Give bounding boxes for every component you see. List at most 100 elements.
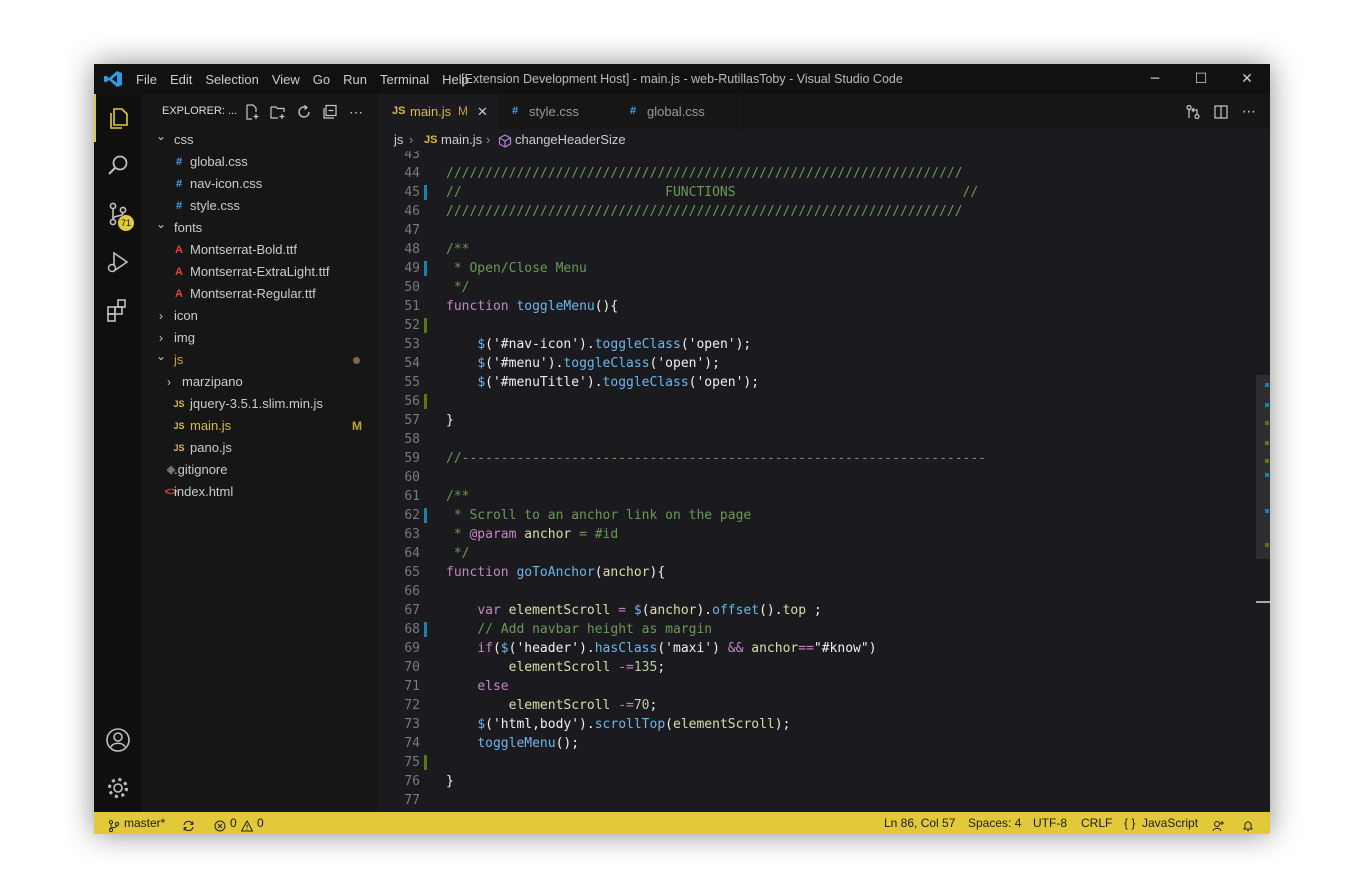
error-count[interactable]: 0 (230, 812, 237, 834)
menu-go[interactable]: Go (313, 72, 330, 87)
file-item[interactable]: JS pano.js (142, 437, 378, 459)
tab-main-js[interactable]: JS main.js M ✕ (378, 94, 499, 129)
menu-edit[interactable]: Edit (170, 72, 192, 87)
menu-view[interactable]: View (272, 72, 300, 87)
code-token: toggleMenu (477, 736, 556, 751)
branch-name[interactable]: master* (124, 812, 165, 834)
explorer-actions: ⋯ (239, 102, 369, 122)
folder-item[interactable]: ⌄ fonts (142, 217, 378, 239)
explorer-activity[interactable] (94, 94, 142, 142)
code-line: 67 var elementScroll = $(anchor).offset(… (378, 601, 1250, 620)
folder-item[interactable]: › img (142, 327, 378, 349)
editor-more-button[interactable]: ⋯ (1238, 102, 1260, 122)
code-token: var (477, 603, 509, 618)
folder-item[interactable]: › icon (142, 305, 378, 327)
code-token: ( (492, 641, 501, 656)
code-line: 73 $('html,body').scrollTop(elementScrol… (378, 715, 1250, 734)
code-line: 72 elementScroll -=70; (378, 696, 1250, 715)
compare-changes-icon (1186, 104, 1200, 120)
tree-item-label: main.js (190, 418, 232, 433)
overview-ruler[interactable] (1256, 151, 1270, 812)
collapse-all-button[interactable] (317, 102, 343, 122)
file-item[interactable]: # style.css (142, 195, 378, 217)
split-editor-button[interactable] (1210, 102, 1232, 122)
open-changes-button[interactable] (1182, 102, 1204, 122)
line-number: 63 (404, 527, 420, 542)
file-item[interactable]: # nav-icon.css (142, 173, 378, 195)
line-number: 61 (404, 489, 420, 504)
cursor-position[interactable]: Ln 86, Col 57 (884, 812, 955, 834)
menu-file[interactable]: File (136, 72, 157, 87)
close-window-button[interactable]: ✕ (1224, 64, 1270, 94)
warning-count[interactable]: 0 (257, 812, 264, 834)
tab-style-css[interactable]: # style.css (498, 94, 617, 129)
maximize-button[interactable]: ☐ (1178, 64, 1224, 94)
indentation[interactable]: Spaces: 4 (968, 812, 1021, 834)
file-item[interactable]: A Montserrat-Bold.ttf (142, 239, 378, 261)
more-actions-button[interactable]: ⋯ (343, 102, 369, 122)
line-number: 46 (404, 204, 420, 219)
encoding[interactable]: UTF-8 (1033, 812, 1067, 834)
code-token: /** (446, 489, 470, 504)
folder-item[interactable]: ⌄ css (142, 129, 378, 151)
css-file-icon: # (512, 105, 519, 117)
search-activity[interactable] (94, 142, 142, 190)
line-number: 47 (404, 223, 420, 238)
close-tab-button[interactable]: ✕ (477, 94, 488, 129)
breadcrumb-file[interactable]: main.js (441, 129, 482, 151)
breadcrumb-separator: › (486, 132, 491, 147)
file-item[interactable]: JS main.js M (142, 415, 378, 437)
code-token: * Scroll to an anchor link on the page (446, 508, 752, 523)
chevron-down-icon: ⌄ (155, 129, 167, 143)
notifications-bell-icon[interactable] (1242, 817, 1254, 834)
file-item[interactable]: JS jquery-3.5.1.slim.min.js (142, 393, 378, 415)
file-item[interactable]: <> index.html (142, 481, 378, 503)
refresh-button[interactable] (291, 102, 317, 122)
line-number: 70 (404, 660, 420, 675)
end-of-line[interactable]: CRLF (1081, 812, 1112, 834)
code-token: // Add navbar height as margin (477, 622, 713, 637)
breadcrumb-symbol[interactable]: changeHeaderSize (515, 129, 626, 151)
manage-activity[interactable] (94, 764, 142, 812)
added-line-marker (424, 755, 427, 770)
modified-indicator: M (458, 104, 468, 118)
extensions-activity[interactable] (94, 286, 142, 334)
modified-indicator: M (352, 419, 362, 433)
minimize-button[interactable]: ─ (1132, 64, 1178, 94)
code-token: @param (469, 527, 525, 542)
folder-item[interactable]: ⌄ js (142, 349, 378, 371)
code-text: function goToAnchor(anchor){ (446, 563, 665, 582)
code-editor[interactable]: 43 44 ////////////////////////////////////… (378, 151, 1270, 812)
language-mode[interactable]: JavaScript (1142, 812, 1198, 834)
file-item[interactable]: # global.css (142, 151, 378, 173)
accounts-activity[interactable] (94, 716, 142, 764)
menu-terminal[interactable]: Terminal (380, 72, 429, 87)
code-text: // FUNCTIONS // (446, 183, 978, 202)
source-control-activity[interactable]: 71 (94, 190, 142, 238)
collapse-all-icon (323, 104, 337, 119)
sync-icon[interactable] (182, 817, 195, 834)
menu-run[interactable]: Run (343, 72, 367, 87)
line-number: 56 (404, 394, 420, 409)
code-token: ( (641, 603, 650, 618)
tree-item-label: pano.js (190, 440, 232, 455)
tree-item-label: img (174, 330, 195, 345)
new-folder-button[interactable] (265, 102, 291, 122)
code-text: * @param anchor = #id (446, 525, 618, 544)
menu-selection[interactable]: Selection (205, 72, 258, 87)
feedback-icon[interactable] (1212, 817, 1225, 834)
file-item[interactable]: A Montserrat-Regular.ttf (142, 283, 378, 305)
file-item[interactable]: A Montserrat-ExtraLight.ttf (142, 261, 378, 283)
tab-global-css[interactable]: # global.css (616, 94, 737, 129)
branch-icon (108, 817, 120, 834)
file-item[interactable]: ◈ .gitignore (142, 459, 378, 481)
run-debug-activity[interactable] (94, 238, 142, 286)
menu-help[interactable]: Help (442, 72, 469, 87)
folder-item[interactable]: › marzipano (142, 371, 378, 393)
tree-item-label: css (174, 132, 194, 147)
new-file-button[interactable] (239, 102, 265, 122)
breadcrumb-folder[interactable]: js (394, 129, 403, 151)
